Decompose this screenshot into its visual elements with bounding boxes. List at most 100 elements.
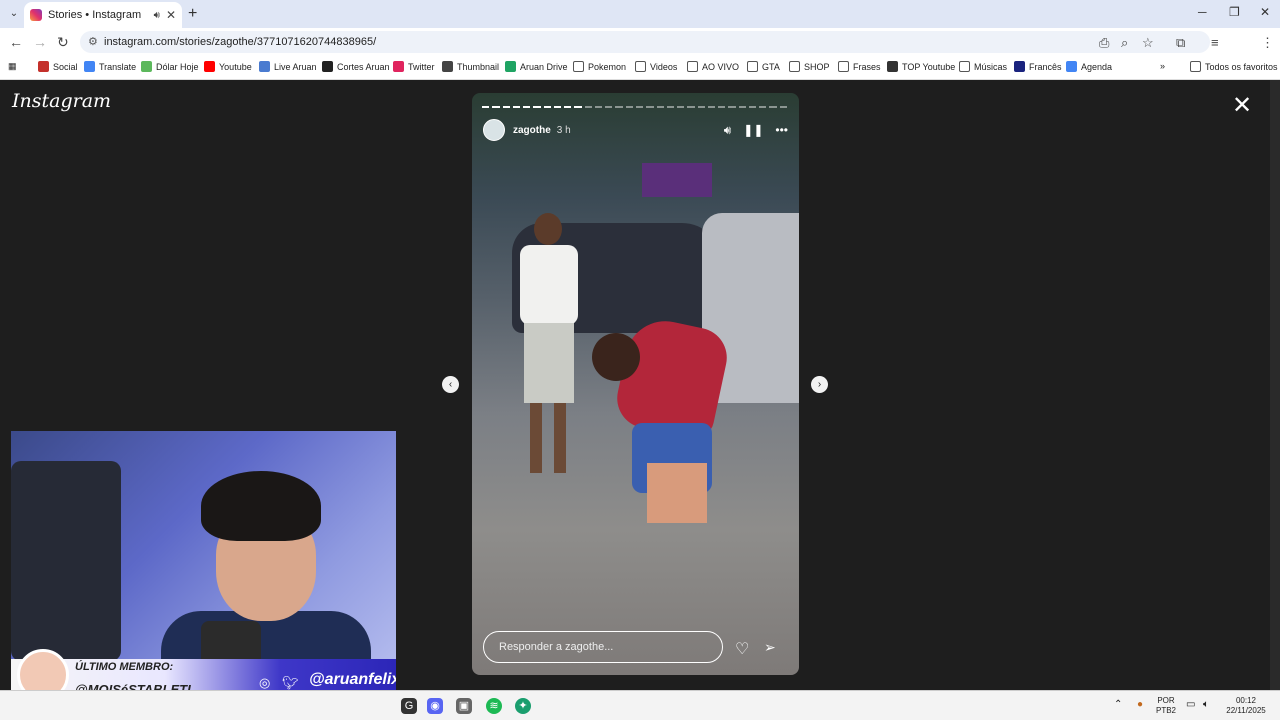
more-options-icon[interactable]: •••	[775, 123, 788, 137]
clock-date: 22/11/2025	[1226, 706, 1266, 715]
bookmark-item[interactable]: Twitter	[393, 61, 435, 72]
media-control-icon[interactable]: ≡	[1211, 35, 1219, 50]
bookmark-item[interactable]: Cortes Aruan	[322, 61, 390, 72]
bookmark-item[interactable]: Dólar Hoje	[141, 61, 199, 72]
story-scene-person-bending	[592, 313, 733, 533]
bookmark-favicon-icon	[1014, 61, 1025, 72]
close-stories-icon[interactable]: ✕	[1232, 94, 1252, 118]
progress-segment	[666, 106, 675, 108]
bookmark-item[interactable]: Frases	[838, 61, 881, 72]
bookmark-item[interactable]: Aruan Drive	[505, 61, 568, 72]
back-icon[interactable]: ←	[9, 34, 23, 50]
progress-segment	[543, 106, 551, 108]
install-app-icon[interactable]: ⎙	[1099, 35, 1109, 51]
bookmark-item[interactable]: Live Aruan	[259, 61, 317, 72]
bookmark-item[interactable]: AO VIVO	[687, 61, 739, 72]
previous-story-icon[interactable]: ‹	[442, 376, 459, 393]
network-icon[interactable]: ▭	[1186, 700, 1195, 710]
minimize-icon[interactable]: ─	[1198, 5, 1207, 19]
tab-close-icon[interactable]: ✕	[166, 8, 176, 22]
bookmark-item[interactable]: Youtube	[204, 61, 252, 72]
bookmark-label: TOP Youtube	[902, 61, 956, 72]
all-favorites-folder[interactable]: Todos os favoritos	[1190, 61, 1278, 72]
chrome-menu-icon[interactable]: ⋮	[1261, 35, 1274, 51]
green-app-icon[interactable]: ✦	[515, 698, 531, 714]
bookmark-star-icon[interactable]: ☆	[1142, 35, 1154, 51]
bookmark-item[interactable]: Pokemon	[573, 61, 626, 72]
progress-segment	[574, 106, 582, 108]
mic-tray-icon[interactable]: ●	[1137, 700, 1143, 710]
send-icon[interactable]: ➢	[764, 639, 776, 656]
like-heart-icon[interactable]: ♡	[735, 639, 749, 659]
bookmark-label: Francês	[1029, 61, 1062, 72]
extensions-icon[interactable]: ⧉	[1176, 35, 1185, 51]
bookmark-item[interactable]: Francês	[1014, 61, 1062, 72]
apps-grid-icon[interactable]: ▦	[8, 61, 17, 72]
bookmark-label: AO VIVO	[702, 61, 740, 72]
lang-code: POR	[1157, 696, 1175, 705]
url-input[interactable]: ⚙ instagram.com/stories/zagothe/37710716…	[80, 31, 1210, 53]
bookmark-label: Cortes Aruan	[337, 61, 390, 72]
discord-icon[interactable]: ◉	[427, 698, 443, 714]
tab-search-icon[interactable]: ⌄	[6, 6, 22, 22]
pause-icon[interactable]: ❚❚	[743, 123, 763, 137]
spotify-icon[interactable]: ≋	[486, 698, 502, 714]
bookmark-label: SHOP	[804, 61, 830, 72]
maximize-icon[interactable]: ❐	[1229, 5, 1240, 19]
progress-segment	[605, 106, 613, 108]
speaker-icon[interactable]: 🔈︎	[1203, 700, 1209, 710]
reply-input[interactable]: Responder a zagothe...	[483, 631, 723, 663]
bookmark-favicon-icon	[84, 61, 95, 72]
site-info-icon[interactable]: ⚙	[88, 31, 98, 53]
tray-overflow-icon[interactable]: ⌃	[1114, 700, 1122, 710]
bookmark-favicon-icon	[259, 61, 270, 72]
audio-playing-icon[interactable]: 🔊︎	[154, 10, 160, 21]
bookmark-label: Twitter	[408, 61, 435, 72]
bookmark-item[interactable]: SHOP	[789, 61, 830, 72]
bookmark-item[interactable]: TOP Youtube	[887, 61, 955, 72]
tab-stories[interactable]: Stories • Instagram 🔊︎ ✕	[24, 2, 182, 28]
new-tab-button[interactable]: +	[188, 5, 197, 23]
camera-app-icon[interactable]: ▣	[456, 698, 472, 714]
windows-taskbar: G ◉ ▣ ≋ ✦ ⌃ ● POR PTB2 ▭ 🔈︎ 00:12 22/11/…	[0, 690, 1280, 720]
bookmark-item[interactable]: Videos	[635, 61, 677, 72]
bookmark-label: Dólar Hoje	[156, 61, 199, 72]
progress-segment	[502, 106, 510, 108]
story-scene-storefront	[642, 163, 712, 197]
progress-segment	[748, 106, 757, 108]
clock[interactable]: 00:12 22/11/2025	[1224, 696, 1268, 716]
bookmark-item[interactable]: Translate	[84, 61, 136, 72]
folder-icon	[1190, 61, 1201, 72]
bookmark-label: GTA	[762, 61, 780, 72]
next-story-icon[interactable]: ›	[811, 376, 828, 393]
bookmark-item[interactable]: Músicas	[959, 61, 1007, 72]
last-member-label: ÚLTIMO MEMBRO:	[75, 661, 174, 673]
bookmark-item[interactable]: GTA	[747, 61, 780, 72]
progress-segment	[656, 106, 664, 108]
tab-strip: ⌄ Stories • Instagram 🔊︎ ✕ + ─ ❐ ✕	[0, 0, 1280, 28]
bookmark-label: Pokemon	[588, 61, 627, 72]
forward-icon[interactable]: →	[33, 34, 47, 50]
bookmark-item[interactable]: Social	[38, 61, 78, 72]
bookmark-label: Agenda	[1081, 61, 1113, 72]
progress-segment	[738, 106, 746, 108]
story-user-avatar[interactable]	[483, 119, 505, 141]
reload-icon[interactable]: ↻	[57, 34, 69, 51]
bookmarks-overflow-icon[interactable]: »	[1160, 61, 1165, 71]
progress-segment	[728, 106, 736, 108]
zoom-icon[interactable]: ⌕	[1121, 35, 1128, 51]
bookmark-item[interactable]: Thumbnail	[442, 61, 499, 72]
input-language[interactable]: POR PTB2	[1156, 696, 1176, 716]
progress-segment	[512, 106, 521, 108]
taskbar-app-icon[interactable]: G	[401, 698, 417, 714]
progress-segment	[718, 106, 726, 108]
window-close-icon[interactable]: ✕	[1260, 5, 1270, 19]
volume-icon[interactable]: 🔊︎	[724, 123, 732, 138]
story-viewer[interactable]: zagothe 3 h 🔊︎ ❚❚ ••• Responder a zagoth…	[472, 93, 799, 675]
instagram-logo[interactable]: Instagram	[12, 90, 111, 112]
story-username[interactable]: zagothe	[513, 125, 551, 136]
bookmarks-bar: ▦ Social Translate Dólar Hoje Youtube Live A…	[0, 56, 1280, 80]
url-text: instagram.com/stories/zagothe/3771071620…	[104, 36, 377, 48]
page-scrollbar[interactable]	[1270, 80, 1280, 690]
bookmark-item[interactable]: Agenda	[1066, 61, 1112, 72]
